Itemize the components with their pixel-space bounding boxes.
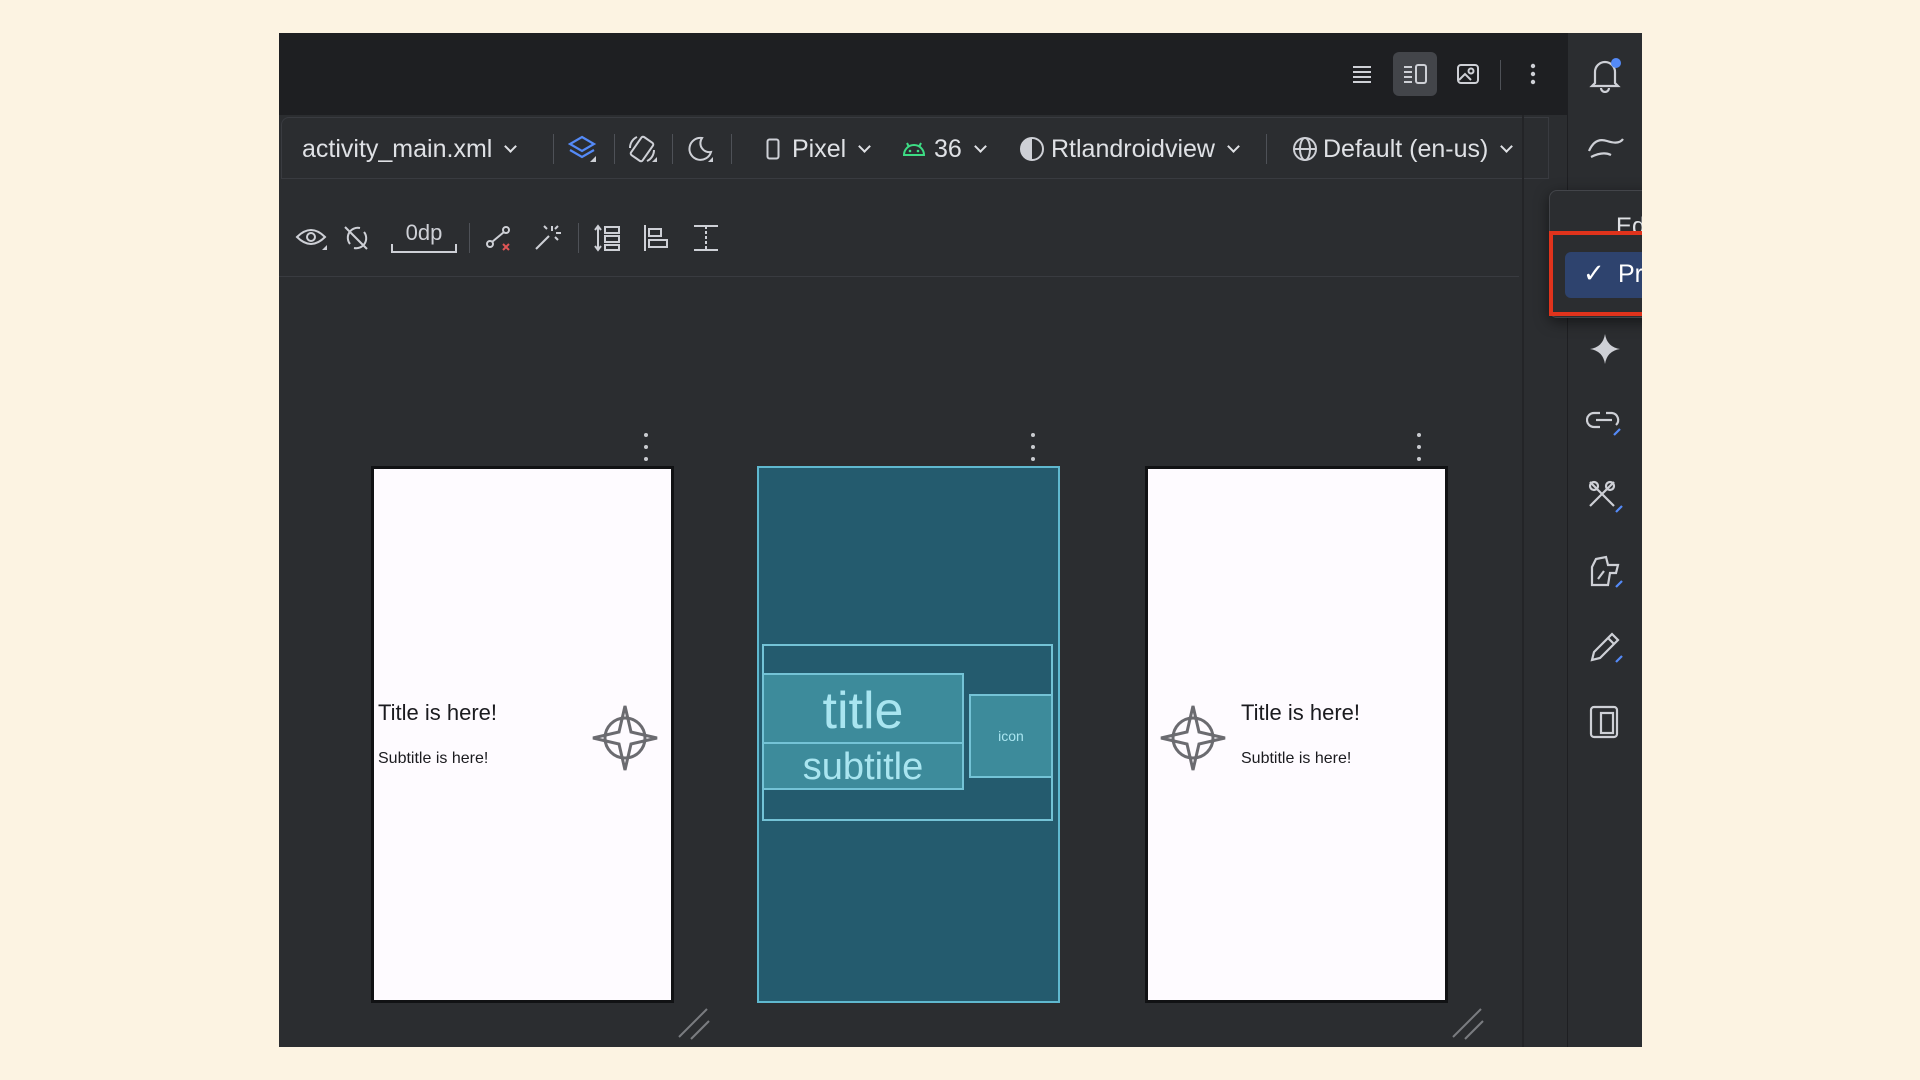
app-quality-icon[interactable] <box>1580 547 1630 597</box>
code-view-icon[interactable] <box>1340 52 1384 96</box>
locale-selector[interactable]: Default (en-us) <box>1291 118 1514 180</box>
blueprint-preview[interactable]: title subtitle icon <box>757 466 1060 1003</box>
highlight-box <box>1549 231 1642 316</box>
notifications-icon[interactable] <box>1580 50 1630 100</box>
pack-icon[interactable] <box>592 221 624 255</box>
locale-label: Default (en-us) <box>1323 134 1489 163</box>
show-system-ui-icon[interactable] <box>294 221 330 255</box>
top-bar <box>279 33 1567 115</box>
preview-subtitle: Subtitle is here! <box>378 750 489 767</box>
device-selector[interactable]: Pixel <box>766 118 872 180</box>
autoconnect-icon[interactable] <box>341 221 371 255</box>
device-icon <box>766 138 780 160</box>
ide-window: activity_main.xml Pixel 36 Rtlandroidvie… <box>279 33 1642 1047</box>
resize-handle-icon[interactable] <box>675 1005 711 1041</box>
design-toolbar: activity_main.xml Pixel 36 Rtlandroidvie… <box>281 117 1549 179</box>
resize-handle-icon[interactable] <box>1449 1005 1485 1041</box>
design-view-icon[interactable] <box>1446 52 1490 96</box>
device-label: Pixel <box>792 134 847 163</box>
theme-label: Rtlandroidview <box>1051 134 1215 163</box>
orientation-icon[interactable] <box>627 118 659 180</box>
chevron-down-icon <box>858 139 872 153</box>
more-options-icon[interactable] <box>1511 52 1555 96</box>
preview-title: Title is here! <box>378 700 498 725</box>
toolbar-divider <box>469 223 470 253</box>
toolbar-divider <box>731 134 732 164</box>
blueprint-icon-label: icon <box>998 728 1024 744</box>
blueprint-title-label: title <box>822 682 904 740</box>
guidelines-icon[interactable] <box>690 221 722 255</box>
theme-selector[interactable]: Rtlandroidview <box>1019 118 1240 180</box>
align-icon[interactable] <box>641 221 673 255</box>
design-surface-icon[interactable] <box>568 118 598 180</box>
theme-icon <box>1020 137 1044 161</box>
margin-label: 0dp <box>405 220 443 245</box>
preview-subtitle: Subtitle is here! <box>1241 750 1352 767</box>
ai-sparkle-icon[interactable] <box>1580 324 1630 374</box>
toolbar-divider <box>614 134 615 164</box>
toolbar-divider <box>578 223 579 253</box>
night-mode-icon[interactable] <box>685 118 715 180</box>
toolbar-divider <box>553 134 554 164</box>
layout-toolbar: 0dp <box>279 181 1519 277</box>
compass-icon <box>1160 705 1226 771</box>
blueprint-subtitle-label: subtitle <box>802 746 924 788</box>
chevron-down-icon <box>973 139 987 153</box>
canvas-divider <box>1522 115 1524 1047</box>
link-icon[interactable] <box>1580 397 1630 447</box>
android-icon <box>902 142 926 156</box>
running-devices-icon[interactable] <box>1580 697 1630 747</box>
build-tools-icon[interactable] <box>1580 472 1630 522</box>
chevron-down-icon <box>1227 139 1240 153</box>
preview-options-icon[interactable] <box>636 430 656 464</box>
default-margin-selector[interactable]: 0dp <box>391 221 457 255</box>
globe-icon <box>1293 137 1317 161</box>
api-selector[interactable]: 36 <box>902 118 987 180</box>
split-view-icon[interactable] <box>1393 52 1437 96</box>
magic-wand-icon[interactable] <box>531 221 563 255</box>
preview-options-icon[interactable] <box>1409 430 1429 464</box>
api-label: 36 <box>934 134 962 163</box>
right-tool-sidebar <box>1567 33 1642 1047</box>
chevron-down-icon <box>1500 139 1514 153</box>
gemini-icon[interactable] <box>1580 123 1630 173</box>
file-selector-label: activity_main.xml <box>302 134 493 163</box>
preview-phone-left[interactable]: Title is here! Subtitle is here! <box>371 466 674 1003</box>
edit-icon[interactable] <box>1580 622 1630 672</box>
blueprint-icon-box: icon <box>969 694 1053 778</box>
file-selector[interactable]: activity_main.xml <box>302 118 518 180</box>
blueprint-subtitle-box: subtitle <box>762 742 964 790</box>
toolbar-divider <box>1266 134 1267 164</box>
compass-icon <box>592 705 658 771</box>
top-divider <box>1500 60 1501 90</box>
chevron-down-icon <box>504 139 518 153</box>
infer-constraints-icon[interactable] <box>483 221 515 255</box>
blueprint-title-box: title <box>762 673 964 744</box>
preview-options-icon[interactable] <box>1023 430 1043 464</box>
toolbar-divider <box>672 134 673 164</box>
preview-phone-right[interactable]: Title is here! Subtitle is here! <box>1145 466 1448 1003</box>
preview-title: Title is here! <box>1241 700 1361 725</box>
